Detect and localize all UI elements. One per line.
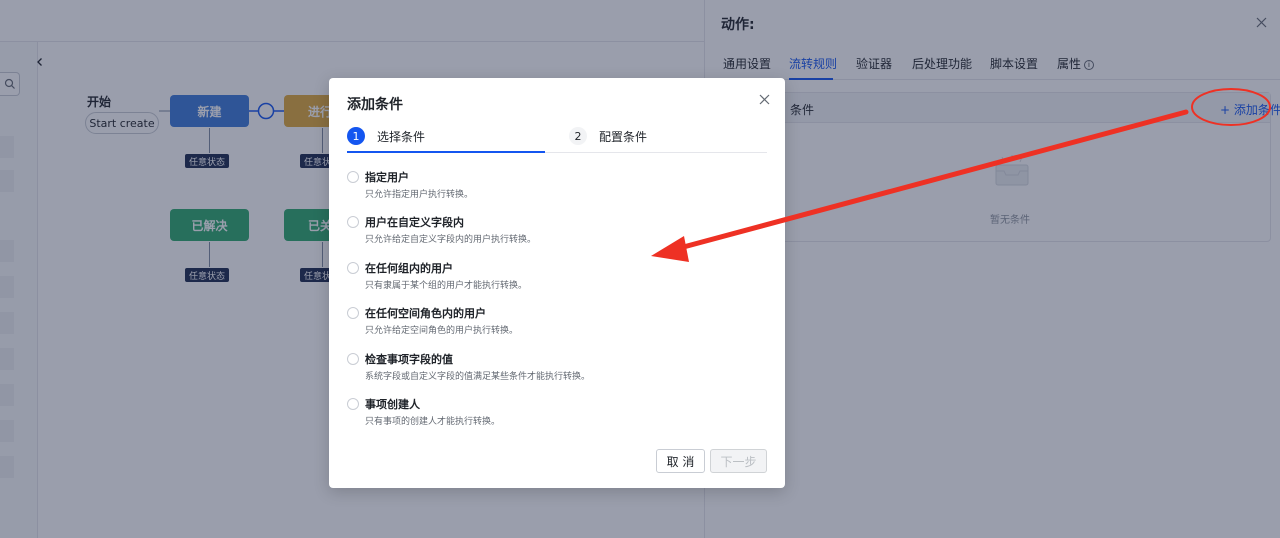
- radio-button[interactable]: [347, 398, 359, 410]
- option-user-in-project-role[interactable]: 在任何空间角色内的用户 只允许给定空间角色的用户执行转换。: [347, 304, 767, 344]
- radio-button[interactable]: [347, 171, 359, 183]
- dialog-close-button[interactable]: [757, 92, 771, 106]
- next-step-button[interactable]: 下一步: [710, 449, 767, 473]
- option-description: 只允许给定空间角色的用户执行转换。: [365, 326, 519, 336]
- option-issue-creator[interactable]: 事项创建人 只有事项的创建人才能执行转换。: [347, 395, 767, 435]
- step-label: 配置条件: [599, 129, 648, 144]
- step-select-condition: 1 选择条件: [347, 126, 425, 146]
- option-description: 只有事项的创建人才能执行转换。: [365, 417, 501, 427]
- dialog-title: 添加条件: [347, 97, 403, 113]
- option-description: 只有隶属于某个组的用户才能执行转换。: [365, 281, 528, 291]
- option-description: 只允许指定用户执行转换。: [365, 190, 474, 200]
- radio-button[interactable]: [347, 216, 359, 228]
- step-configure-condition: 2 配置条件: [569, 126, 647, 146]
- option-user-in-group[interactable]: 在任何组内的用户 只有隶属于某个组的用户才能执行转换。: [347, 259, 767, 299]
- option-title: 指定用户: [365, 171, 409, 184]
- option-specified-user[interactable]: 指定用户 只允许指定用户执行转换。: [347, 168, 767, 208]
- radio-button[interactable]: [347, 353, 359, 365]
- option-title: 用户在自定义字段内: [365, 216, 464, 229]
- cancel-button[interactable]: 取 消: [656, 449, 705, 473]
- option-description: 只允许给定自定义字段内的用户执行转换。: [365, 235, 537, 245]
- step-number: 1: [347, 127, 365, 145]
- option-title: 在任何组内的用户: [365, 262, 453, 275]
- step-label: 选择条件: [377, 129, 426, 144]
- option-check-field-value[interactable]: 检查事项字段的值 系统字段或自定义字段的值满足某些条件才能执行转换。: [347, 350, 767, 390]
- add-condition-dialog: 添加条件 1 选择条件 2 配置条件 指定用户 只允许指定用户执行转换。 用户在…: [329, 78, 785, 488]
- radio-button[interactable]: [347, 307, 359, 319]
- option-user-in-custom-field[interactable]: 用户在自定义字段内 只允许给定自定义字段内的用户执行转换。: [347, 213, 767, 253]
- option-title: 在任何空间角色内的用户: [365, 307, 486, 320]
- close-icon: [759, 94, 769, 104]
- option-title: 检查事项字段的值: [365, 353, 453, 366]
- option-description: 系统字段或自定义字段的值满足某些条件才能执行转换。: [365, 372, 591, 382]
- radio-button[interactable]: [347, 262, 359, 274]
- active-step-indicator: [347, 151, 545, 153]
- option-title: 事项创建人: [365, 398, 420, 411]
- step-number: 2: [569, 127, 587, 145]
